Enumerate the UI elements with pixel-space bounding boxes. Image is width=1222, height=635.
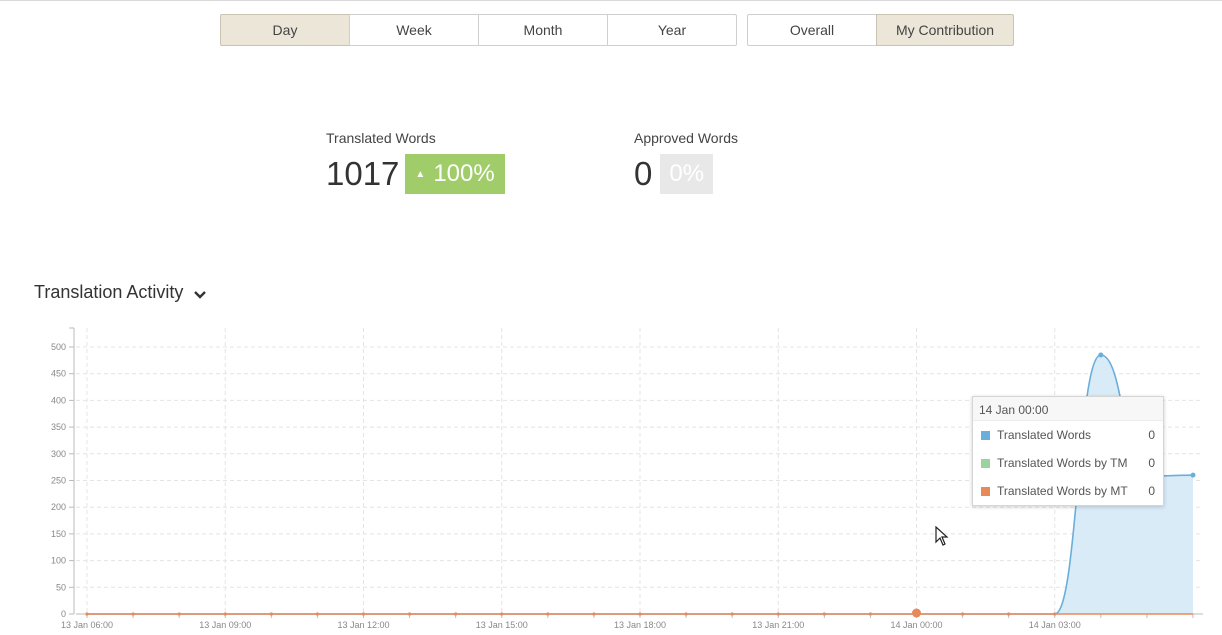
approved-words-value: 0 [634, 155, 653, 192]
data-point [454, 612, 458, 616]
translation-activity-header[interactable]: Translation Activity [34, 282, 207, 303]
tooltip-item-name: Translated Words by MT [997, 484, 1128, 498]
y-tick-label: 350 [51, 422, 66, 432]
approved-words-delta-badge: 0% [660, 154, 714, 194]
translated-words-delta-badge: ▲ 100% [405, 154, 505, 194]
tab-month[interactable]: Month [478, 14, 608, 46]
tab-year[interactable]: Year [607, 14, 737, 46]
data-point [730, 612, 734, 616]
data-point [407, 612, 412, 616]
data-point [269, 612, 273, 616]
x-tick-label: 13 Jan 18:00 [614, 620, 666, 630]
mouse-pointer-icon [935, 525, 949, 551]
tab-week[interactable]: Week [349, 14, 479, 46]
data-point [177, 612, 181, 616]
data-point [500, 612, 504, 616]
legend-swatch-translated [981, 430, 990, 440]
data-point [361, 612, 366, 616]
data-point [546, 612, 550, 616]
legend-swatch-mt [981, 486, 990, 496]
tooltip-item: Translated Words 0 [973, 421, 1163, 449]
approved-words-delta: 0% [669, 160, 705, 187]
data-point [776, 612, 780, 616]
data-point [85, 612, 89, 616]
legend-swatch-tm [981, 458, 990, 468]
data-point [223, 612, 227, 616]
translated-words-label: Translated Words [326, 130, 436, 146]
y-tick-label: 50 [56, 582, 66, 592]
y-tick-label: 300 [51, 449, 66, 459]
y-tick-label: 250 [51, 476, 66, 486]
y-tick-label: 0 [61, 609, 66, 619]
tooltip-item: Translated Words by TM 0 [973, 449, 1163, 477]
chart-tooltip: 14 Jan 00:00 Translated Words 0 Translat… [972, 396, 1164, 506]
x-tick-label: 14 Jan 03:00 [1029, 620, 1081, 630]
data-point [131, 612, 135, 616]
data-point [638, 612, 642, 616]
data-point [822, 612, 826, 616]
y-tick-label: 500 [51, 342, 66, 352]
data-point [1098, 352, 1104, 358]
data-point [868, 612, 873, 616]
x-tick-label: 13 Jan 21:00 [752, 620, 804, 630]
y-tick-label: 150 [51, 529, 66, 539]
data-point [592, 612, 596, 616]
tooltip-item-value: 0 [1148, 484, 1155, 498]
data-point [1007, 612, 1011, 616]
tooltip-title: 14 Jan 00:00 [973, 397, 1163, 421]
section-title: Translation Activity [34, 282, 184, 302]
tooltip-item-value: 0 [1148, 456, 1155, 470]
top-divider [0, 0, 1222, 1]
tooltip-item-name: Translated Words by TM [997, 456, 1128, 470]
tab-day[interactable]: Day [220, 14, 350, 46]
approved-words-stat: Approved Words 0 0% [634, 130, 738, 194]
data-point [1053, 612, 1057, 616]
x-tick-label: 13 Jan 12:00 [337, 620, 389, 630]
data-point [960, 612, 965, 616]
data-point [1190, 472, 1196, 478]
x-tick-label: 13 Jan 15:00 [476, 620, 528, 630]
hover-point [912, 608, 921, 618]
tab-my-contribution[interactable]: My Contribution [876, 14, 1014, 46]
x-tick-label: 13 Jan 06:00 [61, 620, 113, 630]
approved-words-label: Approved Words [634, 130, 739, 146]
data-point [684, 612, 688, 616]
x-tick-label: 14 Jan 00:00 [890, 620, 942, 630]
chevron-down-icon[interactable] [193, 286, 207, 300]
period-tabs: Day Week Month Year [220, 14, 737, 46]
data-point [315, 612, 320, 616]
scope-tabs: Overall My Contribution [747, 14, 1014, 46]
y-tick-label: 200 [51, 502, 66, 512]
y-tick-label: 400 [51, 395, 66, 405]
translated-words-value: 1017 [326, 155, 400, 192]
y-tick-label: 100 [51, 556, 66, 566]
up-arrow-icon: ▲ [415, 168, 426, 180]
translated-words-delta: 100% [433, 160, 495, 187]
translated-words-stat: Translated Words 1017 ▲ 100% [326, 130, 505, 194]
tooltip-item-value: 0 [1148, 428, 1155, 442]
y-tick-label: 450 [51, 369, 66, 379]
tab-overall[interactable]: Overall [747, 14, 877, 46]
tooltip-item-name: Translated Words [997, 428, 1092, 442]
x-tick-label: 13 Jan 09:00 [199, 620, 251, 630]
tooltip-item: Translated Words by MT 0 [973, 477, 1163, 505]
